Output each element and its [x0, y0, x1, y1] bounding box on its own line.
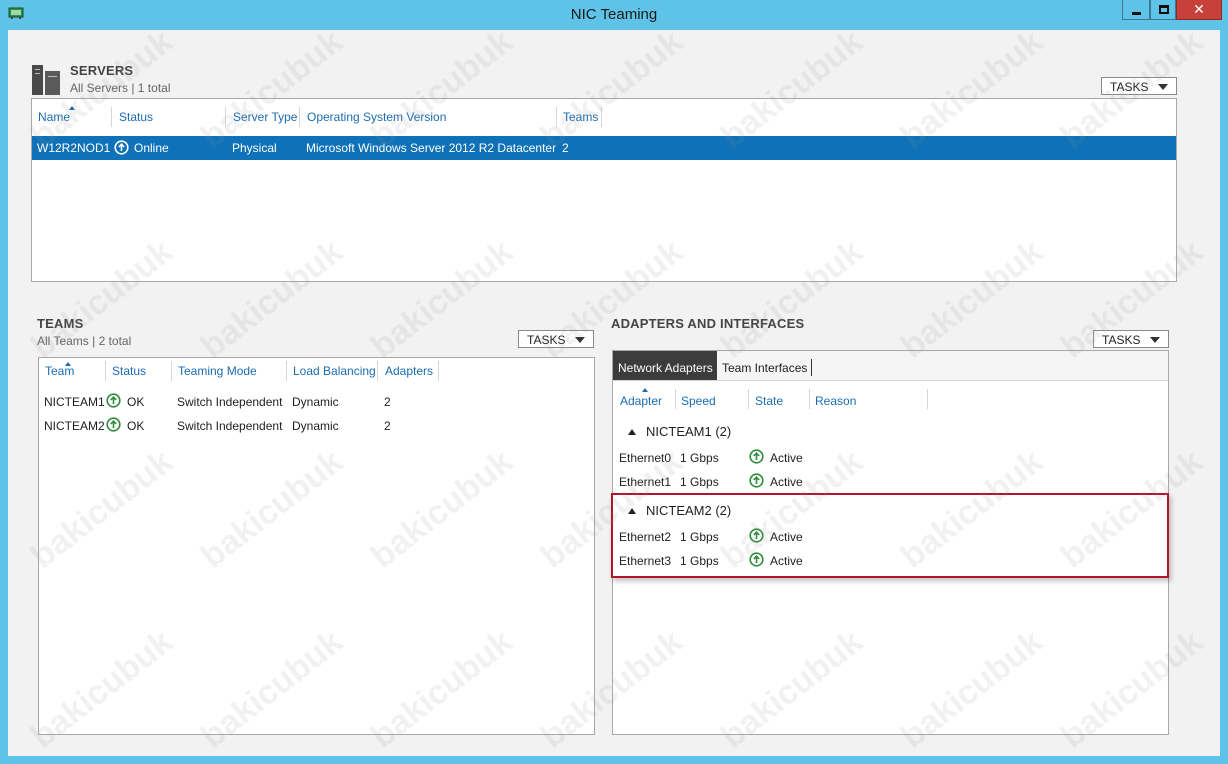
column-status[interactable]: Status [112, 364, 146, 378]
team-status: OK [127, 395, 145, 409]
tasks-label: TASKS [1102, 333, 1141, 347]
server-status: Online [134, 141, 169, 155]
servers-table: Name Status Server Type Operating System… [31, 98, 1177, 282]
team-mode: Switch Independent [177, 395, 283, 409]
teams-tasks-button[interactable]: TASKS [518, 330, 594, 348]
group-label: NICTEAM1 (2) [646, 424, 732, 439]
title-bar: NIC Teaming ✕ [0, 0, 1228, 30]
column-speed[interactable]: Speed [681, 394, 716, 408]
adapters-tasks-button[interactable]: TASKS [1093, 330, 1169, 348]
adapter-state: Active [770, 451, 803, 465]
team-name: NICTEAM2 [44, 419, 105, 433]
tab-label: Team Interfaces [722, 361, 808, 375]
column-os-version[interactable]: Operating System Version [307, 110, 446, 124]
adapters-tab-strip: Network Adapters Team Interfaces [613, 351, 1168, 381]
tab-label: Network Adapters [618, 361, 713, 375]
tasks-label: TASKS [1110, 80, 1149, 94]
close-icon: ✕ [1193, 1, 1205, 17]
column-teams[interactable]: Teams [563, 110, 598, 124]
highlight-box [611, 493, 1169, 578]
list-item[interactable]: Ethernet0 1 Gbps Active [613, 447, 1168, 469]
adapter-name: Ethernet1 [619, 475, 672, 489]
up-arrow-circle-icon [106, 393, 121, 408]
sort-ascending-icon [642, 388, 648, 392]
adapter-speed: 1 Gbps [680, 451, 719, 465]
servers-title: SERVERS [70, 63, 134, 78]
up-arrow-circle-icon [114, 140, 129, 155]
minimize-button[interactable] [1122, 0, 1150, 20]
chevron-down-icon [1150, 337, 1160, 343]
column-load-balancing[interactable]: Load Balancing [293, 364, 376, 378]
chevron-down-icon [1158, 84, 1168, 90]
window-title: NIC Teaming [570, 6, 658, 23]
server-name: W12R2NOD1 [37, 141, 111, 155]
maximize-button[interactable] [1150, 0, 1176, 20]
teams-subtitle: All Teams | 2 total [37, 334, 132, 348]
up-arrow-circle-icon [106, 417, 121, 432]
up-arrow-circle-icon [749, 449, 764, 464]
window-client: SERVERS All Servers | 1 total TASKS Name… [8, 22, 1220, 756]
team-status: OK [127, 419, 145, 433]
chevron-down-icon [575, 337, 585, 343]
table-row[interactable]: NICTEAM1 OK Switch Independent Dynamic 2 [39, 390, 594, 412]
column-name[interactable]: Name [38, 110, 70, 124]
group-header-nicteam1[interactable]: NICTEAM1 (2) [613, 421, 1168, 443]
server-tower-icon [32, 63, 60, 95]
collapse-triangle-icon[interactable] [628, 429, 636, 435]
adapter-name: Ethernet0 [619, 451, 672, 465]
server-teams: 2 [562, 141, 569, 155]
tasks-label: TASKS [527, 333, 566, 347]
column-reason[interactable]: Reason [815, 394, 856, 408]
team-mode: Switch Independent [177, 419, 283, 433]
column-adapters[interactable]: Adapters [385, 364, 433, 378]
minimize-icon [1132, 12, 1141, 15]
teams-table: Team Status Teaming Mode Load Balancing … [38, 357, 595, 735]
server-type: Physical [232, 141, 277, 155]
up-arrow-circle-icon [749, 473, 764, 488]
adapters-title: ADAPTERS AND INTERFACES [611, 316, 805, 331]
team-balancing: Dynamic [292, 419, 339, 433]
table-row[interactable]: NICTEAM2 OK Switch Independent Dynamic 2 [39, 414, 594, 436]
maximize-icon [1159, 5, 1169, 14]
team-balancing: Dynamic [292, 395, 339, 409]
adapter-speed: 1 Gbps [680, 475, 719, 489]
table-row[interactable]: W12R2NOD1 Online Physical Microsoft Wind… [32, 136, 1176, 160]
column-state[interactable]: State [755, 394, 783, 408]
column-adapter[interactable]: Adapter [620, 394, 662, 408]
team-adapters: 2 [384, 419, 391, 433]
team-adapters: 2 [384, 395, 391, 409]
tab-team-interfaces[interactable]: Team Interfaces [717, 351, 813, 380]
servers-subtitle: All Servers | 1 total [70, 81, 171, 95]
tab-network-adapters[interactable]: Network Adapters [613, 351, 717, 380]
team-name: NICTEAM1 [44, 395, 105, 409]
list-item[interactable]: Ethernet1 1 Gbps Active [613, 471, 1168, 493]
close-button[interactable]: ✕ [1176, 0, 1222, 20]
column-server-type[interactable]: Server Type [233, 110, 297, 124]
server-os: Microsoft Windows Server 2012 R2 Datacen… [306, 141, 557, 155]
teams-title: TEAMS [37, 316, 84, 331]
column-team[interactable]: Team [45, 364, 74, 378]
column-teaming-mode[interactable]: Teaming Mode [178, 364, 257, 378]
column-status[interactable]: Status [119, 110, 153, 124]
adapter-state: Active [770, 475, 803, 489]
servers-tasks-button[interactable]: TASKS [1101, 77, 1177, 95]
